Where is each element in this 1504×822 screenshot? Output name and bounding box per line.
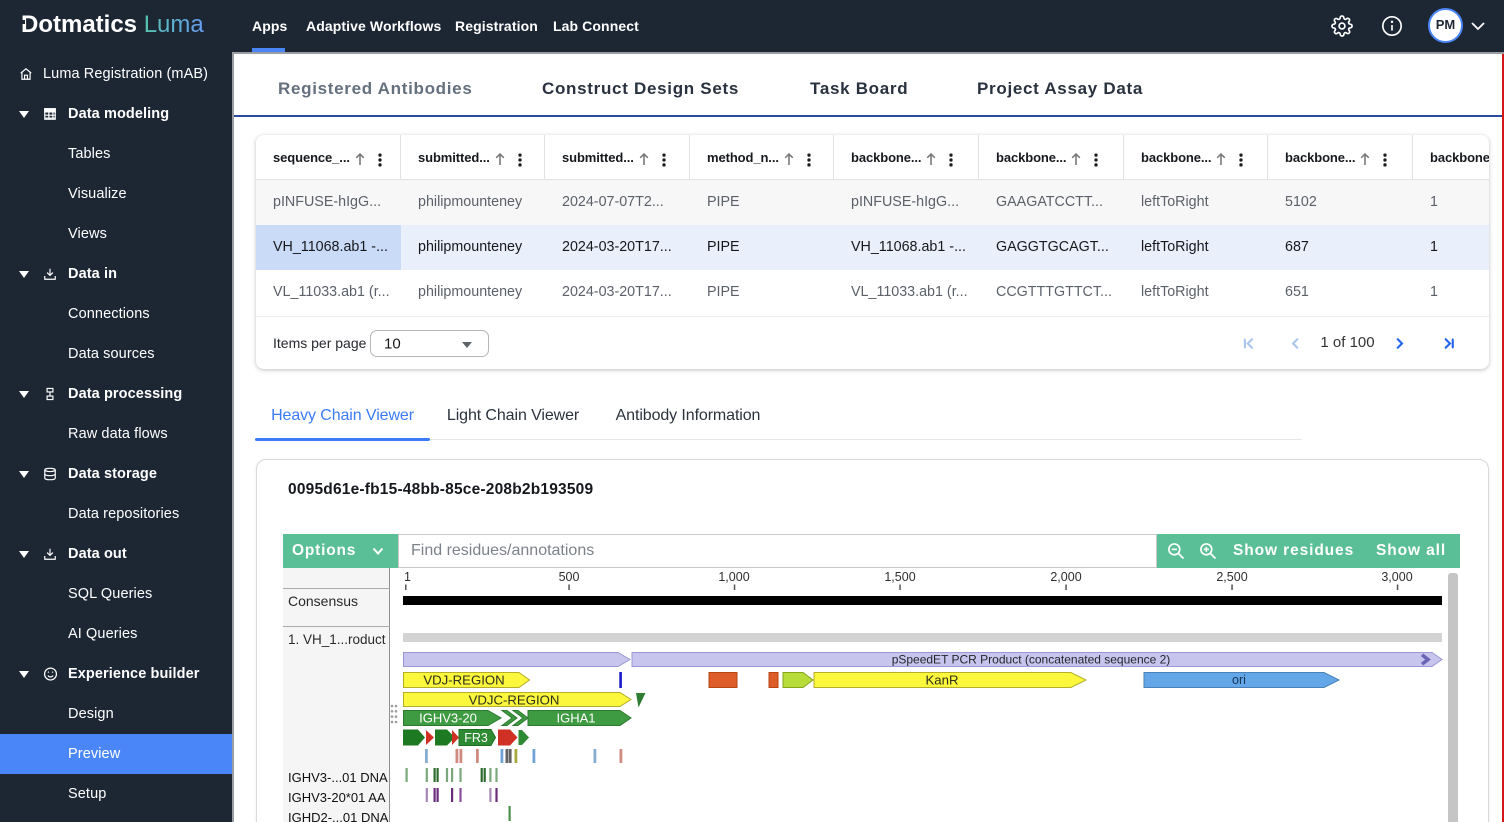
svg-text:FR3: FR3 xyxy=(464,731,488,745)
svg-text:pSpeedET PCR Product (concaten: pSpeedET PCR Product (concatenated seque… xyxy=(892,653,1171,667)
svg-text:ori: ori xyxy=(1232,673,1246,687)
svg-text:1: 1 xyxy=(404,570,411,584)
svg-text:500: 500 xyxy=(559,570,580,584)
svg-text:3,000: 3,000 xyxy=(1381,570,1412,584)
svg-text:IGHV3-20: IGHV3-20 xyxy=(419,711,477,726)
svg-text:1,500: 1,500 xyxy=(884,570,915,584)
svg-text:1,000: 1,000 xyxy=(718,570,749,584)
svg-text:2,500: 2,500 xyxy=(1216,570,1247,584)
svg-text:KanR: KanR xyxy=(926,673,959,688)
svg-text:IGHA1: IGHA1 xyxy=(556,711,595,726)
svg-text:2,000: 2,000 xyxy=(1050,570,1081,584)
svg-text:VDJ-REGION: VDJ-REGION xyxy=(423,673,504,688)
svg-text:VDJC-REGION: VDJC-REGION xyxy=(469,693,560,708)
